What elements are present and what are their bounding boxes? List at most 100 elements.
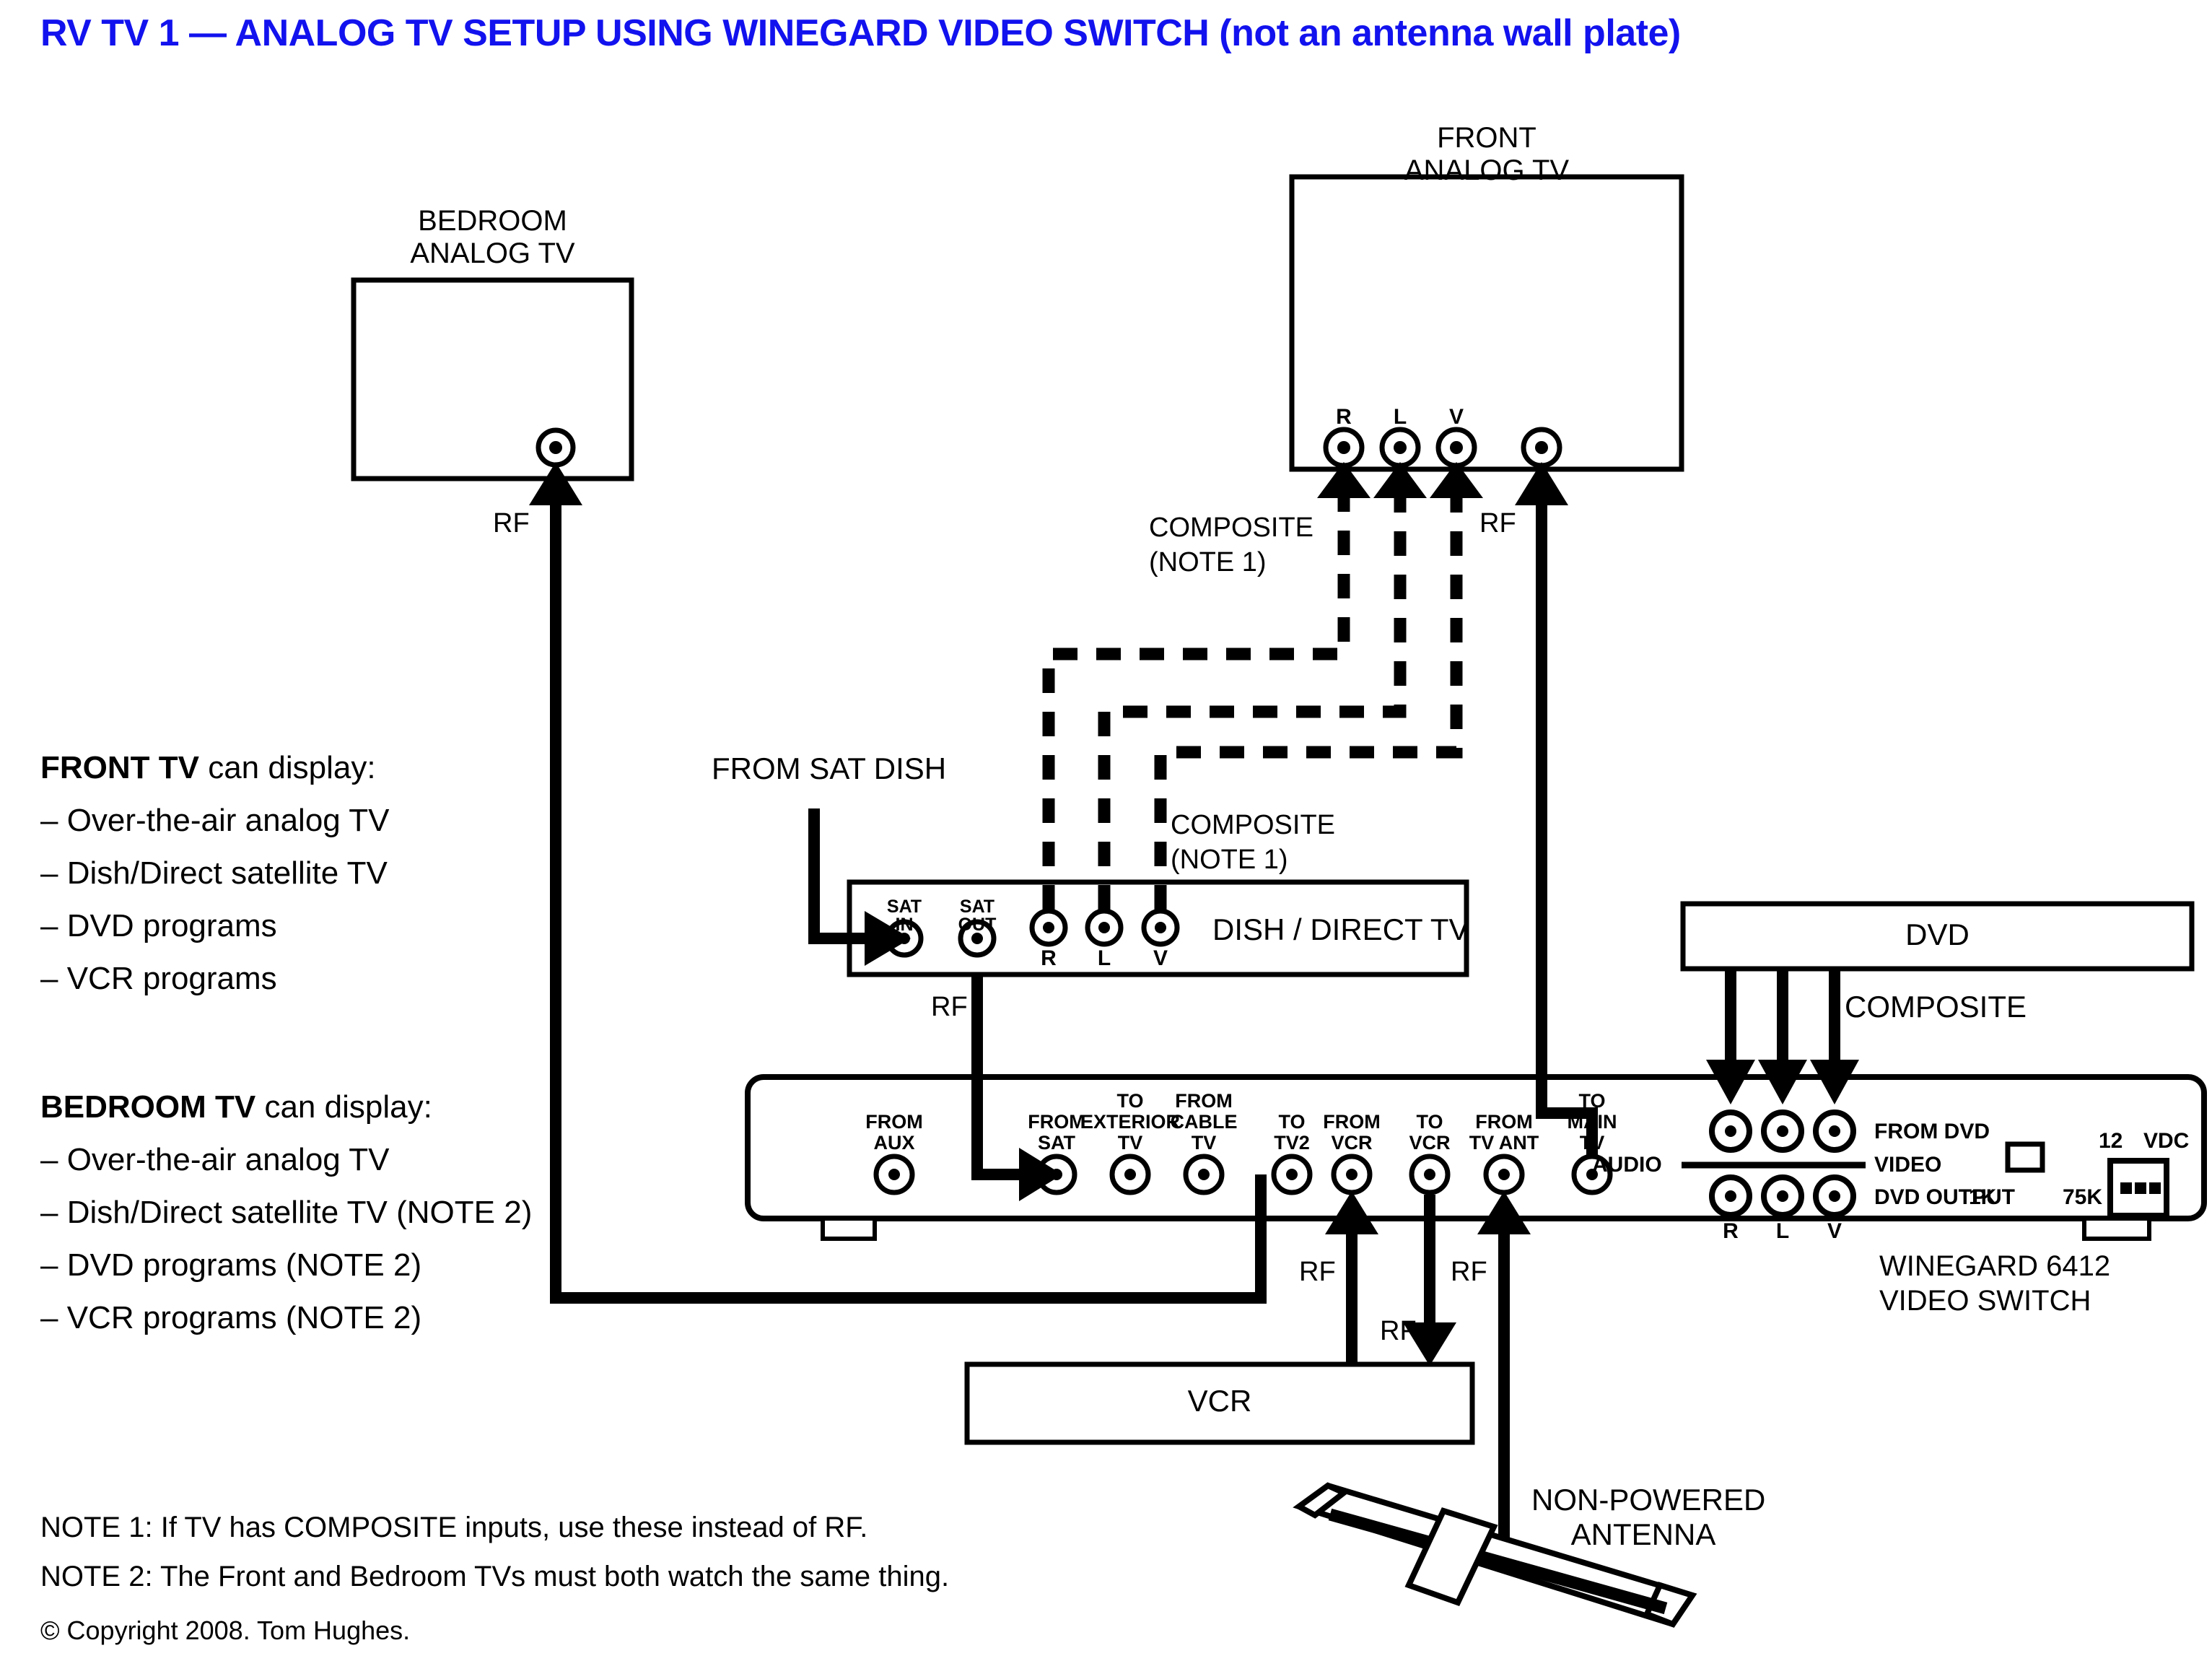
panel-connector-to-tv2 [1271,1154,1313,1195]
front-tv-jack-label-l: L [1393,405,1407,429]
composite-note-top-line2: (NOTE 1) [1149,547,1267,577]
port-label-from-tv-ant-line1: FROM [1475,1111,1533,1133]
rf-label-dish-out: RF [931,992,968,1022]
dish-jack-label-v: V [1153,946,1168,970]
rca-row-label-v: V [1827,1219,1842,1243]
panel-rca-dvd-output-v [1813,1174,1856,1218]
resistor-1k-label: 1K [1969,1185,1997,1209]
panel-rca-from-dvd-r [1709,1109,1752,1153]
from-dvd-label: FROM DVD [1874,1120,1990,1143]
front-tv-item-1: – Dish/Direct satellite TV [40,855,388,891]
note-1: NOTE 1: If TV has COMPOSITE inputs, use … [40,1512,868,1543]
power-pin-2 [2135,1182,2146,1194]
port-label-from-vcr-line2: VCR [1331,1132,1373,1154]
port-label-from-cable-tv-line2: CABLE [1170,1111,1238,1133]
front-tv-heading-bold: FRONT TV [40,750,199,785]
winegard-brand-line2: VIDEO SWITCH [1879,1285,2091,1317]
dish-sat-out-label-line1: SAT [959,897,995,917]
dvd-box-name: DVD [1905,917,1970,951]
rf-label-bedroom: RF [493,508,530,539]
cable-main-tv-to-front-tv [1536,505,1598,1155]
panel-connector-from-tv-ant [1483,1154,1525,1195]
panel-connector-from-cable-tv [1183,1154,1225,1195]
panel-rca-from-dvd-v [1813,1109,1856,1153]
dvd-composite-label: COMPOSITE [1845,990,2027,1024]
dish-jack-l [1085,908,1124,947]
power-12-label: 12 [2099,1129,2123,1153]
bedroom-tv-box [351,277,634,481]
port-label-to-main-tv-line1: TO [1578,1090,1606,1112]
port-label-from-cable-tv-line1: FROM [1175,1090,1233,1112]
bedroom-tv-item-3: – VCR programs (NOTE 2) [40,1300,422,1335]
panel-selector-switch[interactable] [2005,1141,2045,1173]
front-tv-rf-jack [1521,427,1562,468]
rca-row-label-l: L [1775,1219,1790,1243]
resistor-75k-label: 75K [2063,1185,2103,1209]
note-2: NOTE 2: The Front and Bedroom TVs must b… [40,1561,950,1592]
dish-jack-r [1029,908,1068,947]
port-label-from-aux-line1: FROM [865,1111,923,1133]
video-label: VIDEO [1874,1153,1942,1177]
dish-jack-label-l: L [1097,946,1111,970]
panel-connector-from-aux [873,1154,915,1195]
dish-jack-label-r: R [1041,946,1057,970]
panel-rca-from-dvd-l [1761,1109,1804,1153]
diagram-canvas: RV TV 1 — ANALOG TV SETUP USING WINEGARD… [0,0,2212,1661]
front-tv-jack-label-r: R [1336,405,1352,429]
front-tv-jack-label-v: V [1448,405,1464,429]
dish-jack-v [1141,908,1180,947]
front-tv-jack-r [1323,427,1365,468]
panel-connector-to-vcr [1409,1154,1451,1195]
bedroom-tv-item-0: – Over-the-air analog TV [40,1142,390,1177]
front-tv-jack-l [1379,427,1421,468]
panel-connector-to-exterior-tv [1109,1154,1151,1195]
panel-rca-dvd-output-r [1709,1174,1752,1218]
composite-note-mid-line2: (NOTE 1) [1171,845,1288,875]
port-label-from-vcr-line1: FROM [1323,1111,1381,1133]
front-tv-label-line1: FRONT [1437,122,1536,154]
bedroom-tv-label-line1: BEDROOM [418,205,567,237]
bedroom-tv-item-2: – DVD programs (NOTE 2) [40,1247,422,1283]
panel-foot-right [2082,1216,2151,1241]
dish-sat-out-label-line2: OUT [958,915,997,935]
port-label-to-main-tv-line3: TV [1579,1132,1605,1154]
port-label-from-aux-line2: AUX [873,1132,915,1154]
antenna-label-line2: ANTENNA [1570,1517,1716,1551]
power-pin-3 [2149,1182,2161,1194]
composite-note-top-line1: COMPOSITE [1149,513,1314,543]
panel-foot-left [821,1216,877,1241]
rf-label-to-vcr: RF [1380,1316,1417,1346]
rf-label-from-tv-ant: RF [1451,1257,1487,1287]
dish-sat-in-label-line1: SAT [886,897,922,917]
bedroom-tv-heading-rest: can display: [255,1089,432,1125]
bedroom-tv-label-line2: ANALOG TV [410,237,575,269]
power-vdc-label: VDC [2143,1129,2190,1153]
power-pin-1 [2120,1182,2132,1194]
bedroom-tv-heading: BEDROOM TV can display: [40,1090,432,1125]
front-tv-item-2: – DVD programs [40,908,277,943]
front-tv-heading: FRONT TV can display: [40,751,376,785]
winegard-brand-line1: WINEGARD 6412 [1879,1250,2111,1282]
front-tv-label-line2: ANALOG TV [1404,154,1570,186]
composite-note-mid-line1: COMPOSITE [1171,810,1336,840]
front-tv-item-0: – Over-the-air analog TV [40,803,390,838]
antenna-label-line1: NON-POWERED [1531,1483,1766,1517]
from-sat-dish-label: FROM SAT DISH [712,751,947,785]
copyright: © Copyright 2008. Tom Hughes. [40,1616,411,1645]
rca-row-label-r: R [1723,1219,1739,1243]
front-tv-item-3: – VCR programs [40,961,277,996]
bedroom-tv-rf-jack [535,427,576,468]
port-label-from-tv-ant-line2: TV ANT [1469,1132,1539,1154]
panel-connector-from-vcr [1331,1154,1373,1195]
dish-receiver-name: DISH / DIRECT TV [1212,912,1469,946]
front-tv-jack-v [1435,427,1477,468]
dish-sat-in-label-line2: IN [895,915,914,935]
bedroom-tv-heading-bold: BEDROOM TV [40,1089,256,1125]
rf-label-front: RF [1479,508,1516,539]
port-label-from-cable-tv-line3: TV [1191,1132,1217,1154]
page-title: RV TV 1 — ANALOG TV SETUP USING WINEGARD… [40,12,1681,54]
audio-label: AUDIO [1592,1153,1662,1177]
front-tv-heading-rest: can display: [198,750,376,785]
bedroom-tv-item-1: – Dish/Direct satellite TV (NOTE 2) [40,1195,533,1230]
panel-rca-dvd-output-l [1761,1174,1804,1218]
